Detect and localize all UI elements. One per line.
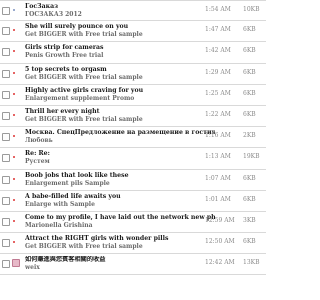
message-sender: Любовь [25,137,53,145]
message-subject[interactable]: Thrill her every night [25,108,215,115]
status-dot-icon [13,113,15,116]
message-checkbox[interactable] [2,217,10,226]
message-subject[interactable]: Boob jobs that look like these [25,172,215,179]
message-checkbox[interactable] [2,111,10,120]
message-sender: Get BIGGER with Free trial sample [25,73,143,81]
message-time: 1:01 AM [205,195,231,203]
message-subject[interactable]: 如何賺進與您賓客相關的收益 [25,256,215,263]
status-dot-icon [13,71,15,74]
message-subject[interactable]: 5 top secrets to orgasm [25,66,215,73]
status-dot-icon [13,156,15,159]
message-checkbox[interactable] [2,175,10,184]
message-size: 6KB [243,238,256,246]
message-checkbox[interactable] [2,48,10,57]
status-dot-icon [13,198,15,201]
message-size: 10KB [243,6,260,13]
message-size: 2KB [243,132,256,140]
message-sender: Get BIGGER with Free trial sample [25,243,143,251]
message-row[interactable]: A babe-filled life awaits you Enlarge wit… [0,191,266,212]
message-checkbox[interactable] [2,196,10,205]
message-time: 12:59 AM [205,216,235,224]
message-row[interactable]: She will surely pounce on you Get BIGGER … [0,21,266,43]
message-time: 1:47 AM [205,26,231,34]
message-subject[interactable]: She will surely pounce on you [25,23,215,30]
status-dot-icon [13,50,15,53]
message-subject[interactable]: Re: Re: [25,150,215,157]
message-row[interactable]: Girls strip for cameras Penis Growth Free… [0,42,266,64]
message-time: 12:50 AM [205,238,235,246]
message-sender: Рустем [25,158,50,166]
message-row[interactable]: Attract the RIGHT girls with wonder pill… [0,233,266,255]
message-size: 3KB [243,216,256,224]
message-size: 6KB [243,68,256,76]
message-time: 1:29 AM [205,68,231,76]
message-size: 6KB [243,26,256,34]
message-size: 6KB [243,110,256,118]
message-size: 19KB [243,153,260,161]
message-row[interactable]: Thrill her every night Get BIGGER with Fr… [0,106,266,128]
message-checkbox[interactable] [2,7,10,15]
message-row[interactable]: Москва. СпецПредложение на размещение в … [0,127,266,149]
message-sender: ГОСЗАКАЗ 2012 [25,11,82,18]
message-subject[interactable]: Come to my profile, I have laid out the … [25,214,215,221]
status-dot-icon [13,9,15,11]
message-sender: Penis Growth Free trial [25,52,104,60]
message-row[interactable]: ГосЗаказ ГОСЗАКАЗ 2012 1:54 AM 10KB [0,0,266,22]
message-sender: Enlargement supplement Promo [25,94,135,102]
message-time: 1:16 AM [205,132,231,140]
message-subject[interactable]: A babe-filled life awaits you [25,193,215,200]
message-row[interactable]: 如何賺進與您賓客相關的收益 weix 12:42 AM 13KB [0,254,266,276]
message-row[interactable]: Highly active girls craving for you Enlar… [0,85,266,106]
message-sender: Enlarge with Sample [25,200,95,208]
message-size: 6KB [243,195,256,203]
message-subject[interactable]: ГосЗаказ [25,3,215,10]
message-checkbox[interactable] [2,154,10,163]
message-time: 1:54 AM [205,6,231,13]
message-time: 1:42 AM [205,47,231,55]
message-subject[interactable]: Attract the RIGHT girls with wonder pill… [25,235,215,242]
message-time: 1:25 AM [205,89,231,97]
message-size: 6KB [243,174,256,182]
message-list: ГосЗаказ ГОСЗАКАЗ 2012 1:54 AM 10KB She will… [0,0,266,276]
message-sender: weix [25,264,40,272]
status-dot-icon [13,241,15,244]
status-dot-icon [13,92,15,95]
status-dot-icon [13,219,15,222]
message-row[interactable]: 5 top secrets to orgasm Get BIGGER with F… [0,64,266,85]
message-sender: Enlargement pils Sample [25,179,110,187]
message-checkbox[interactable] [2,69,10,78]
message-checkbox[interactable] [2,133,10,142]
status-dot-icon [13,29,15,32]
message-subject[interactable]: Highly active girls craving for you [25,87,215,94]
message-subject[interactable]: Girls strip for cameras [25,44,215,51]
message-size: 13KB [243,259,260,267]
message-time: 1:07 AM [205,174,231,182]
message-sender: Get BIGGER with Free trial sample [25,115,143,123]
status-dot-icon [13,135,15,138]
message-row[interactable]: Re: Re: Рустем 1:13 AM 19KB [0,148,266,170]
status-dot-icon [13,177,15,180]
message-checkbox[interactable] [2,260,10,269]
message-time: 1:22 AM [205,110,231,118]
message-row[interactable]: Come to my profile, I have laid out the … [0,212,266,234]
message-checkbox[interactable] [2,90,10,99]
message-time: 12:42 AM [205,259,235,267]
message-subject[interactable]: Москва. СпецПредложение на размещение в … [25,129,215,136]
message-sender: Get BIGGER with Free trial sample [25,31,143,39]
message-size: 6KB [243,47,256,55]
message-sender: Marionella Grishina [25,221,93,229]
message-time: 1:13 AM [205,153,231,161]
message-checkbox[interactable] [2,27,10,36]
message-row[interactable]: Boob jobs that look like these Enlargemen… [0,170,266,191]
message-checkbox[interactable] [2,239,10,248]
attachment-icon [12,259,20,268]
message-size: 6KB [243,89,256,97]
